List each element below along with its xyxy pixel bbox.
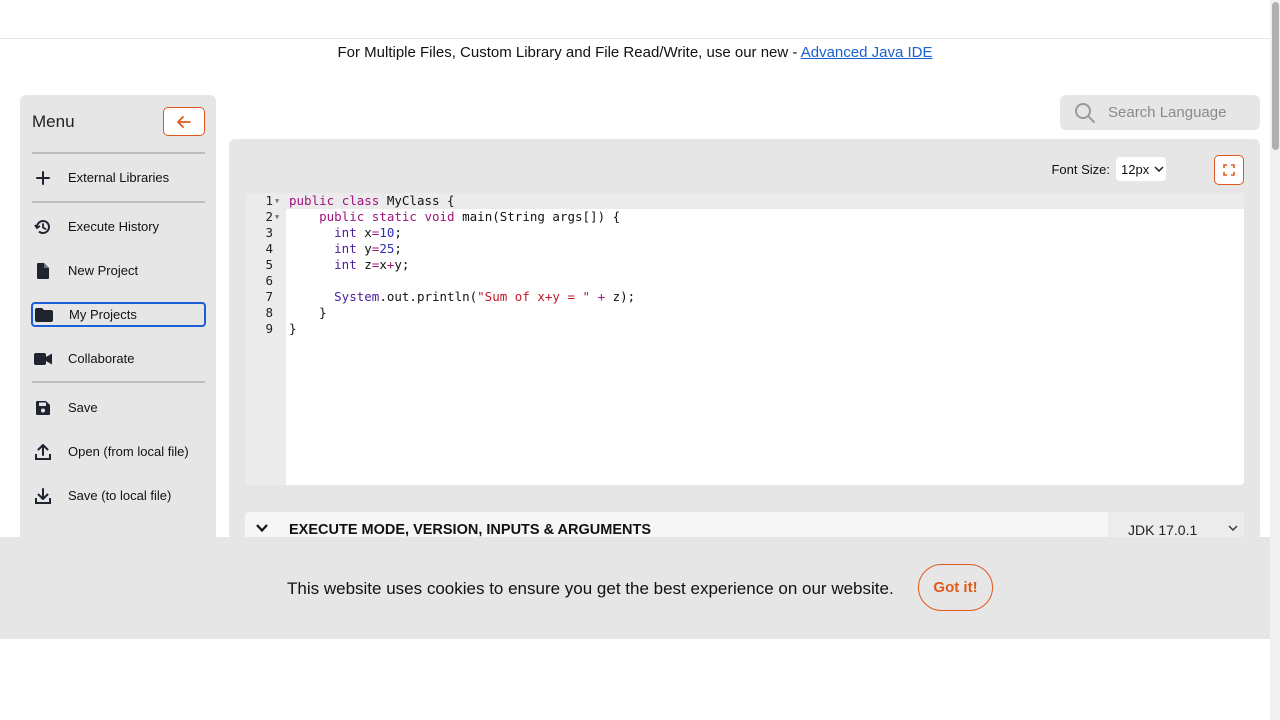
- sidebar-menu: Menu External Libraries Execute History …: [20, 95, 216, 555]
- sidebar-item-save[interactable]: Save: [32, 395, 205, 420]
- history-icon: [32, 218, 54, 236]
- sidebar-item-label: Execute History: [68, 219, 160, 234]
- sidebar-item-save-local[interactable]: Save (to local file): [32, 483, 205, 508]
- upload-icon: [32, 443, 54, 461]
- font-size-label: Font Size:: [1051, 161, 1110, 177]
- execute-mode-label: EXECUTE MODE, VERSION, INPUTS & ARGUMENT…: [289, 522, 651, 538]
- chevron-down-icon: [256, 524, 268, 533]
- menu-divider: [32, 381, 205, 383]
- font-size-select[interactable]: 12px: [1116, 157, 1166, 181]
- sidebar-item-label: My Projects: [69, 307, 137, 322]
- menu-divider: [32, 152, 205, 154]
- search-input[interactable]: [1108, 104, 1248, 121]
- sidebar-item-collaborate[interactable]: Collaborate: [32, 346, 205, 371]
- cookie-message: This website uses cookies to ensure you …: [287, 579, 894, 598]
- jdk-version-value: JDK 17.0.1: [1128, 522, 1198, 538]
- sidebar-item-label: External Libraries: [68, 170, 170, 185]
- code-line: 2 ▼ public static void main(String args[]…: [265, 209, 621, 224]
- promo-text: For Multiple Files, Custom Library and F…: [337, 44, 801, 61]
- top-bar: [0, 0, 1280, 39]
- cookie-accept-button[interactable]: Got it!: [918, 564, 993, 611]
- floppy-icon: [32, 399, 54, 417]
- code-line: 9}: [265, 321, 297, 336]
- editor-panel: Font Size: 12px 1 ▼ public class MyClass {…: [229, 139, 1260, 539]
- code-line: 6: [265, 273, 273, 288]
- promo-banner: For Multiple Files, Custom Library and F…: [0, 44, 1270, 61]
- advanced-ide-link[interactable]: Advanced Java IDE: [801, 44, 933, 61]
- code-line: 8 }: [265, 305, 327, 320]
- sidebar-item-label: Save (to local file): [68, 488, 172, 503]
- fullscreen-button[interactable]: [1214, 155, 1244, 185]
- plus-icon: [32, 169, 54, 187]
- search-icon: [1075, 102, 1095, 123]
- code-line: 7 System.out.println("Sum of x+y = " + z…: [265, 289, 636, 304]
- code-line: 5 int z=x+y;: [265, 257, 410, 272]
- fold-arrow-icon: ▼: [275, 213, 280, 221]
- video-icon: [32, 350, 54, 368]
- code-editor[interactable]: 1 ▼ public class MyClass { 2 ▼ public stati…: [245, 193, 1244, 485]
- code-line: 1 ▼ public class MyClass {: [245, 193, 1244, 209]
- sidebar-item-new-project[interactable]: New Project: [32, 258, 205, 283]
- code-line: 4 int y=25;: [265, 241, 402, 256]
- page-scrollbar[interactable]: [1270, 0, 1280, 720]
- download-icon: [32, 487, 54, 505]
- fullscreen-icon: [1223, 164, 1235, 176]
- menu-divider: [32, 201, 205, 203]
- sidebar-item-open-local[interactable]: Open (from local file): [32, 439, 205, 464]
- folder-icon: [33, 306, 55, 324]
- file-icon: [32, 262, 54, 280]
- sidebar-item-label: Collaborate: [68, 351, 135, 366]
- language-search: [1060, 95, 1260, 130]
- menu-title: Menu: [32, 112, 75, 131]
- collapse-menu-button[interactable]: [163, 107, 205, 136]
- sidebar-item-label: New Project: [68, 263, 139, 278]
- scrollbar-thumb[interactable]: [1272, 2, 1279, 150]
- fold-arrow-icon: ▼: [275, 197, 280, 205]
- chevron-down-icon: [1154, 166, 1164, 172]
- code-line: 3 int x=10;: [265, 225, 402, 240]
- cookie-banner: This website uses cookies to ensure you …: [0, 537, 1280, 639]
- code-lines: 1 ▼ public class MyClass { 2 ▼ public stati…: [245, 193, 1244, 337]
- chevron-down-icon: [1228, 525, 1238, 531]
- sidebar-item-label: Save: [68, 400, 98, 415]
- sidebar-item-external-libraries[interactable]: External Libraries: [32, 165, 205, 190]
- sidebar-item-label: Open (from local file): [68, 444, 189, 459]
- font-size-control: Font Size: 12px: [1051, 157, 1166, 181]
- font-size-value: 12px: [1121, 161, 1150, 177]
- menu-header: Menu: [32, 107, 205, 137]
- arrow-left-icon: [177, 115, 191, 128]
- sidebar-item-execute-history[interactable]: Execute History: [32, 214, 205, 239]
- sidebar-item-my-projects[interactable]: My Projects: [31, 302, 206, 327]
